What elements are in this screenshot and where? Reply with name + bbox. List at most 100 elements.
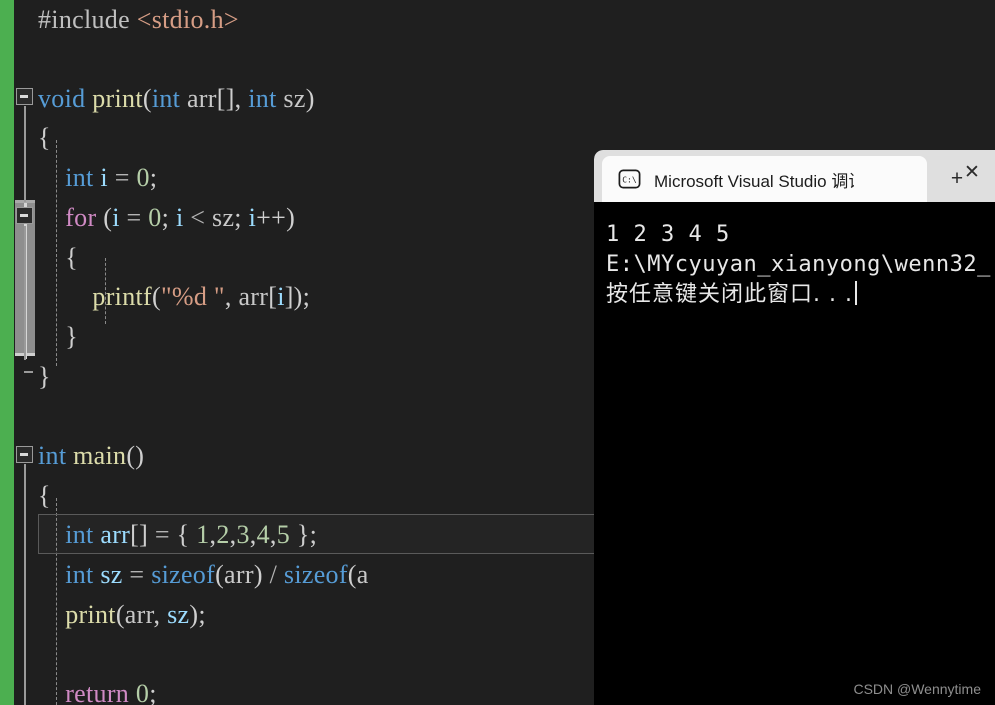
code-token: < — [190, 203, 213, 232]
code-token: = — [114, 163, 137, 192]
code-token: ( — [347, 560, 357, 589]
code-token: [ — [268, 282, 278, 311]
console-tab-title: Microsoft Visual Studio 调试控 — [654, 171, 854, 191]
svg-text:C:\: C:\ — [622, 175, 637, 185]
code-line: } — [38, 317, 78, 357]
code-token: ( — [103, 203, 113, 232]
fold-toggle-for-loop[interactable] — [16, 207, 33, 224]
code-token: ) — [253, 560, 270, 589]
code-token: ( — [142, 84, 152, 113]
code-line: #include <stdio.h> — [38, 0, 239, 40]
code-token: int — [151, 84, 187, 113]
new-tab-icon[interactable]: + — [942, 164, 972, 194]
code-token: ]); — [284, 282, 311, 311]
code-token: , — [224, 282, 239, 311]
text-caret — [854, 281, 857, 305]
code-token: i — [175, 203, 191, 232]
code-token: , — [153, 600, 168, 629]
code-token: void — [38, 84, 93, 113]
code-token: [] — [130, 520, 155, 549]
code-token: 5 — [276, 520, 291, 549]
code-token: { — [38, 481, 51, 510]
code-token: i — [112, 203, 127, 232]
code-token: [], — [216, 84, 249, 113]
code-token: arr — [186, 84, 217, 113]
code-token: ( — [115, 600, 125, 629]
code-token: ); — [189, 600, 206, 629]
code-line: for (i = 0; i < sz; i++) — [38, 198, 295, 238]
code-line: print(arr, sz); — [38, 595, 206, 635]
code-token: ++) — [256, 203, 296, 232]
code-token: <stdio.h> — [136, 5, 239, 34]
code-token: i — [277, 282, 285, 311]
code-token: 0 — [148, 203, 162, 232]
code-token: return — [65, 679, 136, 705]
code-token: print — [92, 84, 143, 113]
code-token: { — [38, 123, 51, 152]
code-token: ( — [215, 560, 225, 589]
code-line: int main() — [38, 436, 144, 476]
code-token: = — [129, 560, 152, 589]
code-token: { — [38, 243, 78, 272]
fold-toggle-main-function[interactable] — [16, 446, 33, 463]
code-token: print — [65, 600, 116, 629]
code-token: 2 — [216, 520, 230, 549]
code-token: int — [65, 520, 101, 549]
debug-console-window[interactable]: C:\ Microsoft Visual Studio 调试控 ✕ + 1 2 … — [594, 150, 995, 705]
console-tab[interactable]: C:\ Microsoft Visual Studio 调试控 — [602, 156, 927, 202]
console-titlebar[interactable]: C:\ Microsoft Visual Studio 调试控 ✕ + — [594, 150, 995, 202]
code-line: void print(int arr[], int sz) — [38, 79, 315, 119]
code-token: = — [126, 203, 149, 232]
code-token: = — [154, 520, 177, 549]
code-line: printf("%d ", arr[i]); — [38, 277, 310, 317]
code-token: int — [65, 560, 101, 589]
code-token: 0 — [135, 679, 150, 705]
console-line-text: 1 2 3 4 5 — [606, 222, 730, 247]
code-token: ) — [305, 84, 315, 113]
code-token: printf — [92, 282, 152, 311]
code-token: , — [269, 520, 277, 549]
code-token: sizeof — [283, 560, 348, 589]
console-output-line: E:\MYcyuyan_xianyong\wenn32_ — [606, 250, 995, 280]
console-output-area[interactable]: 1 2 3 4 5 E:\MYcyuyan_xianyong\wenn32_ 按任意… — [594, 202, 995, 705]
code-token: arr — [124, 600, 154, 629]
console-line-text: 按任意键关闭此窗口. . . — [606, 282, 853, 307]
console-output-line: 1 2 3 4 5 — [606, 220, 995, 250]
code-token: 0 — [136, 163, 150, 192]
watermark-text: CSDN @Wennytime — [853, 681, 981, 697]
code-token: ; — [161, 203, 176, 232]
code-line: int i = 0; — [38, 158, 157, 198]
code-token: "%d " — [160, 282, 225, 311]
code-token: { — [176, 520, 197, 549]
code-token: main — [73, 441, 127, 470]
code-token: int — [248, 84, 284, 113]
console-line-text: E:\MYcyuyan_xianyong\wenn32_ — [606, 252, 991, 277]
code-token: i — [100, 163, 115, 192]
code-token: sz — [167, 600, 190, 629]
code-token: () — [126, 441, 145, 470]
code-token: ; — [234, 203, 249, 232]
code-token: ; — [149, 163, 158, 192]
screen-root: #include <stdio.h> void print(int arr[], … — [0, 0, 995, 705]
code-token: 4 — [256, 520, 270, 549]
code-token: 1 — [196, 520, 210, 549]
code-token: a — [356, 560, 369, 589]
code-token: sz — [100, 560, 130, 589]
code-line: { — [38, 238, 78, 278]
code-line: int sz = sizeof(arr) / sizeof(a — [38, 555, 369, 595]
console-cmd-icon: C:\ — [618, 169, 641, 189]
code-line: } — [38, 357, 51, 397]
code-token: arr — [100, 520, 131, 549]
code-token: } — [38, 322, 78, 351]
code-token: sz — [212, 203, 235, 232]
fold-toggle-print-function[interactable] — [16, 88, 33, 105]
code-line: { — [38, 118, 51, 158]
code-token: arr — [224, 560, 254, 589]
code-token: } — [38, 362, 51, 391]
code-token: 3 — [236, 520, 250, 549]
